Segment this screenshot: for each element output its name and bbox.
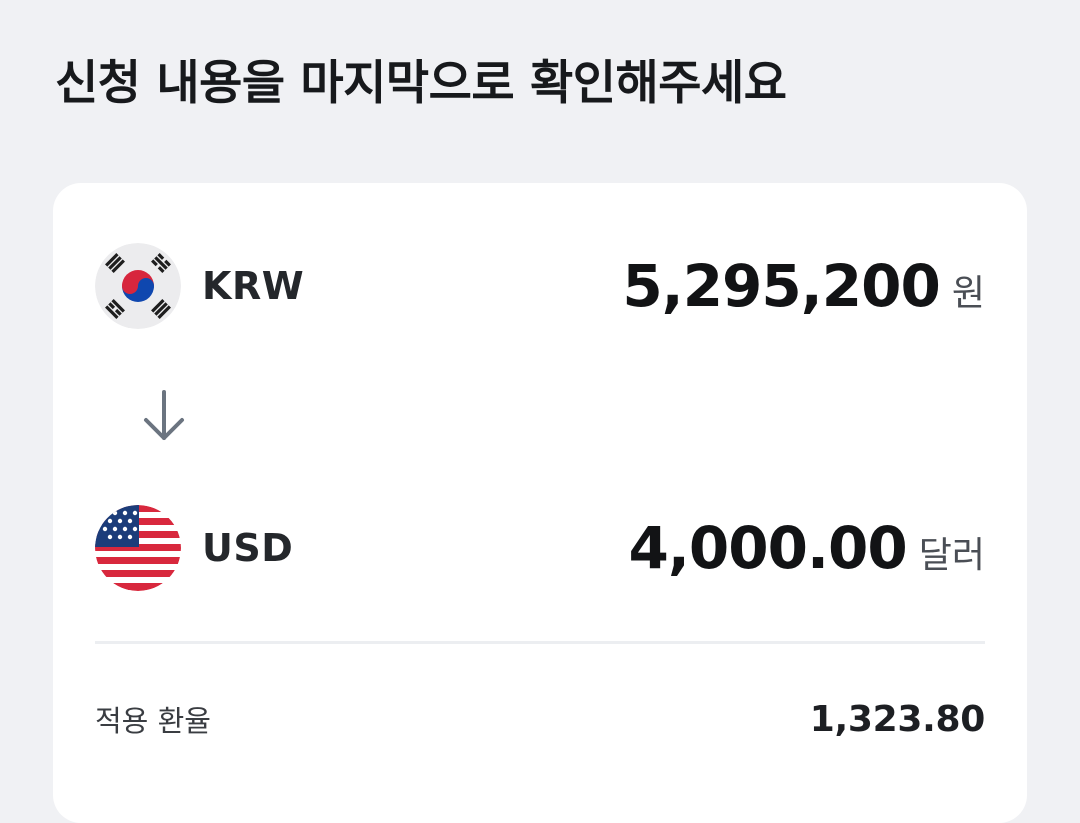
source-amount-unit: 원 — [951, 273, 985, 314]
exchange-rate-row: 적용 환율 1,323.80 — [95, 691, 985, 747]
page-title: 신청 내용을 마지막으로 확인해주세요 — [55, 56, 787, 111]
united-states-flag-icon — [95, 505, 181, 591]
divider — [95, 641, 985, 644]
south-korea-flag-icon — [95, 243, 181, 329]
target-amount: 4,000.00 — [628, 514, 908, 582]
exchange-rate-value: 1,323.80 — [809, 698, 986, 740]
source-currency-code: KRW — [202, 264, 305, 308]
source-currency-row: KRW 5,295,200 원 — [95, 242, 985, 330]
target-currency-code: USD — [202, 526, 294, 570]
exchange-summary-card: KRW 5,295,200 원 USD 4,000.00 달러 적용 환율 1,… — [53, 183, 1027, 823]
arrow-down-icon — [144, 390, 184, 440]
source-amount: 5,295,200 — [622, 252, 941, 320]
target-currency-row: USD 4,000.00 달러 — [95, 504, 985, 592]
target-amount-unit: 달러 — [918, 535, 985, 576]
exchange-rate-label: 적용 환율 — [95, 704, 211, 738]
